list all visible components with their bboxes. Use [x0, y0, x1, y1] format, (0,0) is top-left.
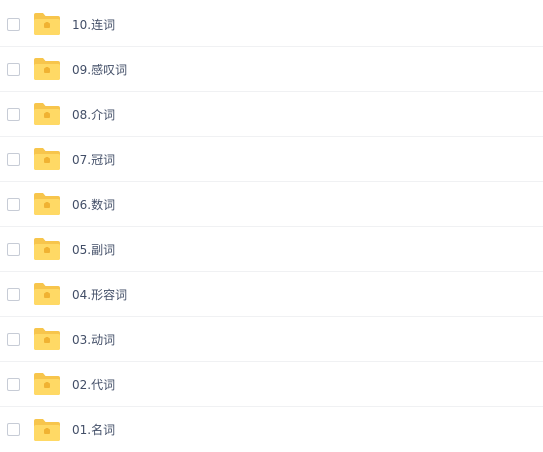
- file-row-fuci[interactable]: 05.副词: [0, 227, 543, 272]
- folder-icon[interactable]: [33, 11, 61, 37]
- row-checkbox[interactable]: [7, 197, 20, 211]
- folder-name[interactable]: 02.代词: [72, 376, 115, 393]
- folder-name[interactable]: 03.动词: [72, 331, 115, 348]
- file-row-lianci[interactable]: 10.连词: [0, 2, 543, 47]
- folder-name[interactable]: 06.数词: [72, 196, 115, 213]
- folder-icon[interactable]: [33, 281, 61, 307]
- file-list: 10.连词 09.感叹词 08.介词 07.冠词 06.数词 05.副词 04.…: [0, 0, 543, 447]
- folder-icon[interactable]: [33, 101, 61, 127]
- file-row-gantanci[interactable]: 09.感叹词: [0, 47, 543, 92]
- file-row-xingrongci[interactable]: 04.形容词: [0, 272, 543, 317]
- folder-icon[interactable]: [33, 371, 61, 397]
- row-checkbox[interactable]: [7, 332, 20, 346]
- row-checkbox[interactable]: [7, 377, 20, 391]
- file-row-guanci[interactable]: 07.冠词: [0, 137, 543, 182]
- file-row-shuci[interactable]: 06.数词: [0, 182, 543, 227]
- row-checkbox[interactable]: [7, 242, 20, 256]
- row-checkbox[interactable]: [7, 152, 20, 166]
- row-checkbox[interactable]: [7, 17, 20, 31]
- folder-name[interactable]: 09.感叹词: [72, 61, 127, 78]
- file-row-jieci[interactable]: 08.介词: [0, 92, 543, 137]
- row-checkbox[interactable]: [7, 107, 20, 121]
- folder-icon[interactable]: [33, 236, 61, 262]
- file-row-dongci[interactable]: 03.动词: [0, 317, 543, 362]
- row-checkbox[interactable]: [7, 287, 20, 301]
- row-checkbox[interactable]: [7, 423, 20, 436]
- file-row-daici[interactable]: 02.代词: [0, 362, 543, 407]
- folder-name[interactable]: 05.副词: [72, 241, 115, 258]
- folder-name[interactable]: 01.名词: [72, 421, 115, 438]
- folder-name[interactable]: 10.连词: [72, 16, 115, 33]
- folder-icon[interactable]: [33, 56, 61, 82]
- folder-icon[interactable]: [33, 146, 61, 172]
- folder-name[interactable]: 08.介词: [72, 106, 115, 123]
- folder-name[interactable]: 07.冠词: [72, 151, 115, 168]
- folder-icon[interactable]: [33, 326, 61, 352]
- file-row-mingci[interactable]: 01.名词: [0, 407, 543, 452]
- folder-name[interactable]: 04.形容词: [72, 286, 127, 303]
- folder-icon[interactable]: [33, 417, 61, 443]
- row-checkbox[interactable]: [7, 62, 20, 76]
- folder-icon[interactable]: [33, 191, 61, 217]
